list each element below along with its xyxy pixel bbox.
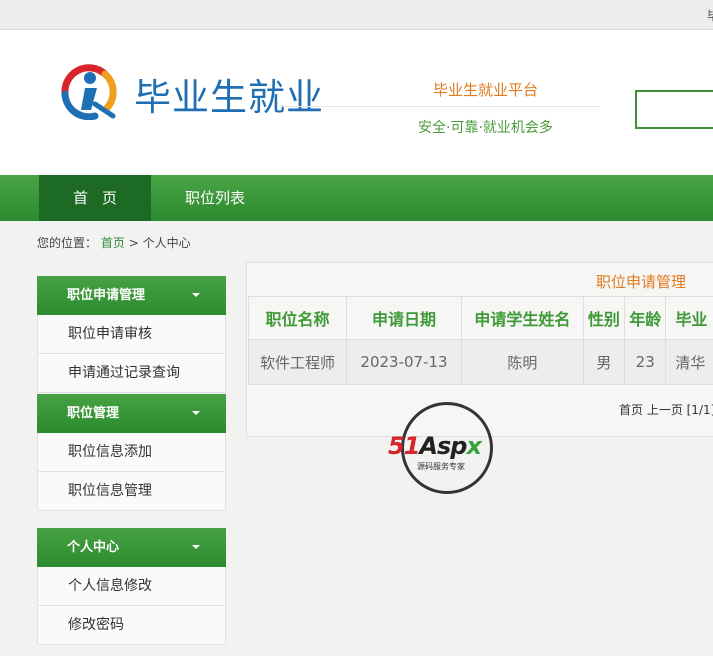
sidebar-item-application-review[interactable]: 职位申请审核: [37, 315, 226, 354]
sidebar-item-approved-records[interactable]: 申请通过记录查询: [37, 354, 226, 393]
search-input[interactable]: [635, 90, 713, 129]
sidebar-item-change-password[interactable]: 修改密码: [37, 606, 226, 645]
chevron-down-icon: [192, 293, 200, 297]
top-bar: 毕: [0, 0, 713, 30]
top-bar-text: 毕: [706, 9, 713, 23]
logo-icon[interactable]: [55, 60, 125, 120]
sidebar-group-personal: 个人中心 个人信息修改 修改密码: [37, 528, 226, 645]
breadcrumb-current: 个人中心: [142, 236, 191, 250]
nav-item-job-list[interactable]: 职位列表: [185, 175, 245, 221]
table-cell: 男: [582, 339, 626, 385]
slogan: 安全·可靠·就业机会多: [418, 120, 553, 136]
watermark-logo: 51Aspx 源码服务专家: [383, 402, 518, 497]
header-divider: [280, 106, 600, 107]
pagination[interactable]: 首页 上一页 [1/1]: [619, 401, 713, 418]
column-header: 申请学生姓名: [460, 296, 584, 340]
column-header: 毕业: [665, 296, 713, 340]
table-cell: 2023-07-13: [346, 339, 462, 385]
main-nav: 首页 职位列表: [0, 175, 713, 221]
breadcrumb: 您的位置： 首页 > 个人中心: [37, 234, 191, 251]
breadcrumb-separator: >: [128, 236, 139, 250]
sidebar-item-profile-edit[interactable]: 个人信息修改: [37, 567, 226, 606]
chevron-down-icon: [192, 545, 200, 549]
table-header-row: 职位名称 申请日期 申请学生姓名 性别 年龄 毕业: [247, 296, 713, 340]
panel-title: 职位申请管理: [596, 273, 687, 291]
sidebar-group-title: 职位申请管理: [67, 288, 146, 303]
table-row[interactable]: 软件工程师 2023-07-13 陈明 男 23 清华: [247, 339, 713, 385]
sidebar-group-title: 个人中心: [67, 540, 120, 555]
table-cell: 陈明: [460, 339, 584, 385]
site-header: 毕业生就业 毕业生就业平台 安全·可靠·就业机会多: [0, 30, 713, 175]
nav-item-home[interactable]: 首页: [39, 175, 151, 221]
watermark-tagline: 源码服务专家: [415, 461, 467, 472]
table-cell: 软件工程师: [247, 339, 348, 385]
sidebar-item-job-manage[interactable]: 职位信息管理: [37, 472, 226, 511]
sidebar-group-application: 职位申请管理 职位申请审核 申请通过记录查询: [37, 276, 226, 393]
application-table: 职位名称 申请日期 申请学生姓名 性别 年龄 毕业 软件工程师 2023-07-…: [247, 296, 713, 385]
breadcrumb-home-link[interactable]: 首页: [101, 236, 125, 250]
sidebar-group-header[interactable]: 职位管理: [37, 394, 226, 433]
site-logo-text[interactable]: 毕业生就业: [134, 67, 324, 121]
breadcrumb-prefix: 您的位置：: [37, 236, 98, 250]
chevron-down-icon: [192, 411, 200, 415]
table-cell: 23: [624, 339, 667, 385]
column-header: 年龄: [624, 296, 667, 340]
watermark-brand: 51Aspx: [388, 432, 482, 460]
sidebar-group-header[interactable]: 职位申请管理: [37, 276, 226, 315]
sidebar-item-job-add[interactable]: 职位信息添加: [37, 433, 226, 472]
sidebar-group-header[interactable]: 个人中心: [37, 528, 226, 567]
platform-name: 毕业生就业平台: [433, 81, 539, 99]
sidebar-group-job: 职位管理 职位信息添加 职位信息管理: [37, 394, 226, 511]
table-cell: 清华: [665, 339, 713, 385]
column-header: 性别: [582, 296, 626, 340]
sidebar-group-title: 职位管理: [67, 406, 120, 421]
column-header: 申请日期: [346, 296, 462, 340]
column-header: 职位名称: [247, 296, 348, 340]
